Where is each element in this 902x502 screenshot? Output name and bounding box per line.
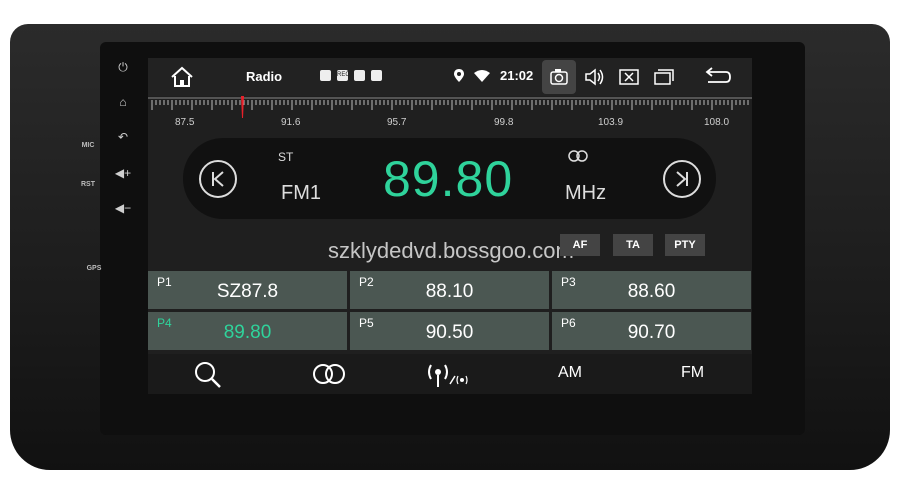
system-status: 21:02 xyxy=(454,68,533,83)
location-icon xyxy=(454,69,464,82)
ruler-label: 95.7 xyxy=(387,117,407,128)
tuner-display: ST FM1 89.80 MHz xyxy=(183,138,716,219)
preset-p5[interactable]: P5 90.50 xyxy=(350,312,549,350)
close-app-icon[interactable] xyxy=(618,67,640,87)
preset-p2[interactable]: P2 88.10 xyxy=(350,271,549,309)
rst-label: RST xyxy=(81,181,95,188)
fm-band-button[interactable]: FM xyxy=(681,364,704,382)
status-bar: Radio REC 21:02 xyxy=(148,58,752,96)
skip-previous-icon xyxy=(212,171,224,187)
home-icon[interactable] xyxy=(170,66,194,88)
stereo-toggle-icon[interactable] xyxy=(309,360,349,388)
screenshot-button[interactable] xyxy=(542,60,576,94)
skip-next-icon xyxy=(676,171,688,187)
af-button[interactable]: AF xyxy=(560,234,600,256)
preset-frequency: 88.60 xyxy=(627,281,676,302)
stereo-label: ST xyxy=(278,150,294,164)
preset-p1[interactable]: P1 SZ87.8 xyxy=(148,271,347,309)
volume-icon[interactable] xyxy=(584,67,606,87)
frequency-ruler[interactable] xyxy=(148,96,752,130)
frequency-display: 89.80 xyxy=(383,151,514,207)
preset-frequency: 90.70 xyxy=(627,322,676,343)
sd-card-icon xyxy=(354,70,365,81)
preset-p6[interactable]: P6 90.70 xyxy=(552,312,751,350)
notification-icons: REC xyxy=(320,70,382,81)
ruler-label: 108.0 xyxy=(704,117,730,128)
preset-p4[interactable]: P4 89.80 xyxy=(148,312,347,350)
back-icon[interactable] xyxy=(704,67,732,87)
home-hw-icon[interactable]: ⌂ xyxy=(111,95,135,109)
search-icon[interactable] xyxy=(193,360,223,388)
preset-frequency: 89.80 xyxy=(223,322,272,343)
seek-forward-button[interactable] xyxy=(663,160,701,198)
ruler-label: 99.8 xyxy=(494,117,514,128)
volume-up-icon[interactable]: ◀+ xyxy=(111,166,135,180)
wifi-icon xyxy=(474,69,490,82)
am-band-button[interactable]: AM xyxy=(558,364,582,382)
gallery-icon xyxy=(320,70,331,81)
pty-button[interactable]: PTY xyxy=(665,234,705,256)
ruler-label: 87.5 xyxy=(175,117,195,128)
signal-mode-icon[interactable] xyxy=(426,360,472,388)
preset-p3[interactable]: P3 88.60 xyxy=(552,271,751,309)
unit-label: MHz xyxy=(565,182,607,204)
camera-icon xyxy=(550,69,568,85)
volume-down-icon[interactable]: ◀− xyxy=(111,201,135,215)
band-label: FM1 xyxy=(281,182,321,204)
gps-label: GPS xyxy=(86,265,102,272)
sd-card-icon xyxy=(371,70,382,81)
seek-back-button[interactable] xyxy=(199,160,237,198)
preset-grid: P1 SZ87.8 P2 88.10 P3 88.60 P4 89.80 P5 … xyxy=(148,271,752,351)
preset-frequency: 90.50 xyxy=(425,322,474,343)
ta-button[interactable]: TA xyxy=(613,234,653,256)
radio-screen: Radio REC 21:02 87.5 91.6 95.7 99.8 103.… xyxy=(148,58,752,394)
tuning-needle xyxy=(241,96,244,118)
app-title: Radio xyxy=(246,69,283,84)
back-hw-icon[interactable]: ↶ xyxy=(111,130,135,144)
preset-frequency: SZ87.8 xyxy=(216,281,279,302)
rec-icon: REC xyxy=(337,70,350,81)
mic-label: MIC xyxy=(81,142,95,149)
watermark: szklydedvd.bossgoo.com xyxy=(328,238,574,263)
ruler-label: 91.6 xyxy=(281,117,301,128)
ruler-label: 103.9 xyxy=(598,117,624,128)
preset-frequency: 88.10 xyxy=(425,281,474,302)
stereo-icon xyxy=(568,150,588,162)
bottom-toolbar: AM FM xyxy=(148,354,752,394)
power-icon[interactable]: ⏻ xyxy=(111,60,135,75)
clock: 21:02 xyxy=(500,68,534,83)
recent-apps-icon[interactable] xyxy=(653,67,675,87)
